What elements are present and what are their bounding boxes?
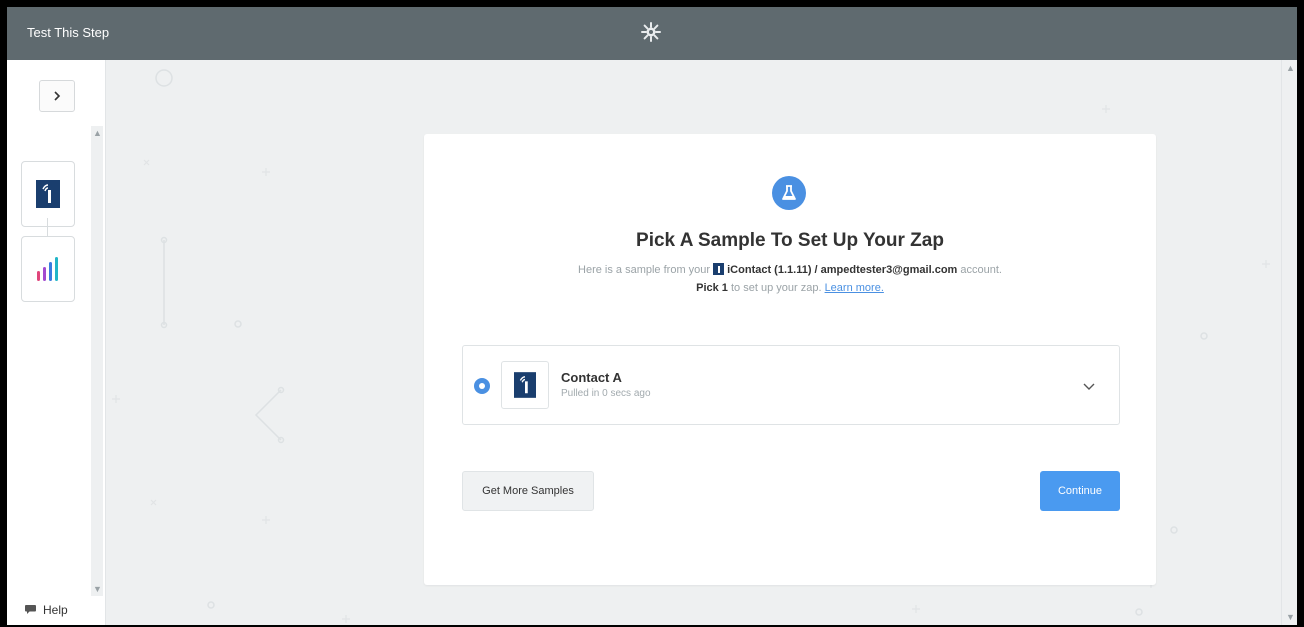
icontact-logo-icon [713, 263, 725, 275]
expand-sidebar-button[interactable] [39, 80, 75, 112]
icontact-logo-icon [36, 180, 60, 208]
gear-icon [641, 22, 661, 42]
main-scrollbar[interactable]: ▲ ▼ [1281, 60, 1297, 625]
card-subtitle: Here is a sample from your iContact (1.1… [424, 261, 1156, 297]
sample-item[interactable]: Contact A Pulled in 0 secs ago [462, 345, 1120, 425]
sidebar-step-bars-app[interactable] [21, 236, 75, 302]
pick-rest: to set up your zap. [731, 282, 822, 294]
sidebar-step-icontact[interactable] [21, 161, 75, 227]
page-title: Test This Step [27, 25, 110, 40]
sample-app-logo [501, 361, 549, 409]
pick-count: Pick 1 [696, 282, 728, 294]
sample-radio[interactable] [474, 378, 490, 394]
help-button[interactable]: Help [25, 603, 68, 617]
account-name: iContact (1.1.11) / ampedtester3@gmail.c… [727, 264, 958, 276]
sample-meta: Pulled in 0 secs ago [561, 388, 651, 399]
sidebar-scrollbar[interactable]: ▲ ▼ [91, 126, 103, 596]
top-bar: Test This Step [7, 7, 1297, 60]
get-more-samples-button[interactable]: Get More Samples [462, 471, 594, 511]
chevron-right-icon [54, 91, 61, 101]
sample-name: Contact A [561, 370, 622, 385]
card-title: Pick A Sample To Set Up Your Zap [636, 230, 944, 251]
sidebar: ▲ ▼ Help [7, 60, 106, 625]
bar-chart-logo-icon [37, 257, 58, 281]
chevron-down-icon[interactable] [1081, 378, 1097, 394]
sample-picker-card: Pick A Sample To Set Up Your Zap Here is… [424, 134, 1156, 585]
help-label: Help [43, 603, 68, 617]
flask-icon [772, 176, 806, 210]
subtitle-prefix: Here is a sample from your [578, 264, 711, 276]
step-connector [47, 218, 48, 236]
learn-more-link[interactable]: Learn more. [825, 282, 884, 294]
continue-button[interactable]: Continue [1040, 471, 1120, 511]
subtitle-suffix: account. [960, 264, 1002, 276]
icontact-logo-icon [514, 372, 536, 398]
chat-bubble-icon [25, 605, 36, 614]
app-frame: Test This Step ▲ ▼ Help Pick A Sample To… [7, 7, 1297, 625]
main-canvas: Pick A Sample To Set Up Your Zap Here is… [106, 60, 1281, 625]
